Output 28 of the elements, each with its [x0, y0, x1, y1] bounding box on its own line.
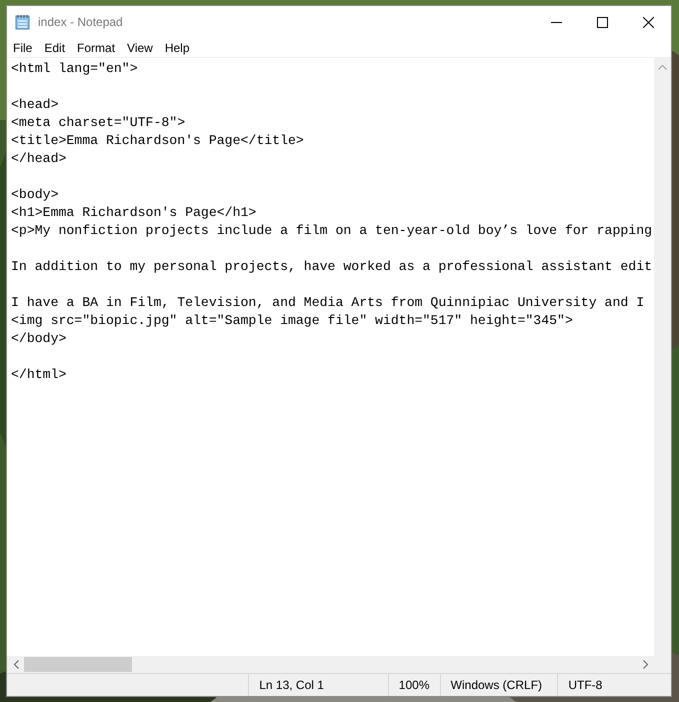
code-line: <p>My nonfiction projects include a film on a ten-year-old boy’s love for rapping: [11, 222, 654, 240]
menu-item[interactable]: File: [7, 40, 38, 54]
code-line: <html lang="en">: [11, 60, 139, 78]
horizontal-scrollbar[interactable]: [7, 656, 671, 673]
window-title: index - Notepad: [38, 15, 123, 29]
vertical-scrollbar[interactable]: [654, 58, 671, 656]
menu-item[interactable]: Help: [158, 40, 196, 54]
maximize-icon[interactable]: [596, 16, 608, 28]
menu-item[interactable]: Format: [71, 40, 122, 54]
menu-item[interactable]: View: [121, 40, 159, 54]
code-line: </head>: [11, 150, 68, 168]
status-text: 100%: [398, 678, 430, 692]
code-line: I have a BA in Film, Television, and Media Arts from Quinnipiac University and I: [11, 294, 646, 312]
menu-item[interactable]: Edit: [38, 40, 72, 54]
code-line: <head>: [11, 96, 60, 114]
code-line: <body>: [11, 186, 60, 204]
status-text: Ln 13, Col 1: [259, 678, 324, 692]
code-line: <meta charset="UTF-8">: [11, 114, 186, 132]
code-line: </html>: [11, 366, 68, 384]
status-text: UTF-8: [568, 678, 602, 692]
notepad-icon: [15, 14, 31, 30]
code-line: In addition to my personal projects, have worked as a professional assistant edit: [11, 258, 654, 276]
code-line: <h1>Emma Richardson's Page</h1>: [11, 204, 258, 222]
code-line: <img src="biopic.jpg" alt="Sample image file" width="517" height="345">: [11, 312, 574, 330]
status-text: Windows (CRLF): [450, 678, 542, 692]
close-icon[interactable]: [642, 16, 654, 28]
code-line: </body>: [11, 330, 68, 348]
code-line: <title>Emma Richardson's Page</title>: [11, 132, 305, 150]
